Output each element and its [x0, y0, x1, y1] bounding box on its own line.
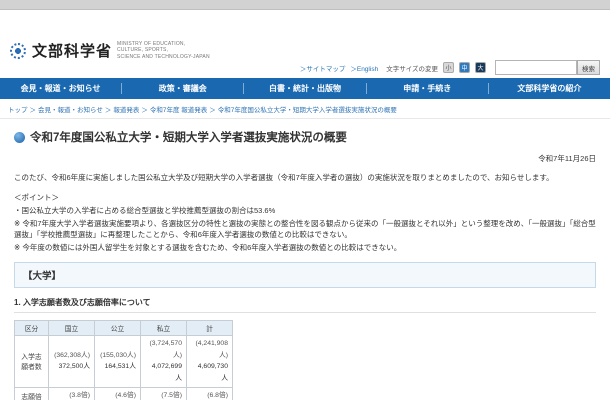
breadcrumb-current-page: 令和7年度国公私立大学・短期大学入学者選抜実施状況の概要: [217, 107, 397, 114]
table-cell: (3.8倍) 3.9倍: [48, 386, 95, 400]
table-row-applicants: 入学志願者数 (362,308人) 372,500人 (155,030人) 16…: [14, 335, 233, 388]
search-box: 検索: [495, 60, 600, 75]
site-name-english: MINISTRY OF EDUCATION, CULTURE, SPORTS, …: [117, 41, 210, 60]
subsection-title: 1. 入学志願者数及び志願倍率について: [14, 297, 596, 314]
points-heading: ＜ポイント＞: [14, 193, 59, 203]
breadcrumb-separator: ＞: [104, 107, 112, 114]
points-block: ＜ポイント＞ ・国公私立大学の入学者に占める総合型選抜と学校推薦型選抜の割合は5…: [14, 192, 596, 253]
section-header-university: 【大学】: [14, 262, 596, 289]
row-label-applicants: 入学志願者数: [14, 335, 49, 388]
font-size-large-button[interactable]: 大: [475, 62, 486, 73]
table-header-public: 公立: [94, 320, 141, 337]
breadcrumb-link-press[interactable]: 会見・報道・お知らせ: [38, 107, 103, 114]
font-size-label: 文字サイズの変更: [386, 65, 438, 73]
search-input[interactable]: [495, 60, 577, 75]
breadcrumb-link-release[interactable]: 報道発表: [113, 107, 139, 114]
breadcrumb-separator: ＞: [141, 107, 148, 114]
title-marker-icon: [14, 131, 25, 143]
mext-emblem-icon: [10, 42, 26, 59]
breadcrumb-link-top[interactable]: トップ: [8, 107, 28, 114]
site-header: 文部科学省 MINISTRY OF EDUCATION, CULTURE, SP…: [0, 10, 610, 78]
table-cell: (7.5倍) 8.1倍: [140, 386, 187, 400]
table-header-category: 区分: [14, 320, 49, 337]
table-cell: (3,724,570人) 4,072,699人: [140, 335, 187, 388]
table-cell: (4.6倍) 4.8倍: [94, 386, 141, 400]
breadcrumb-separator: ＞: [209, 107, 216, 114]
breadcrumb: トップ＞会見・報道・お知らせ＞報道発表＞令和7年度 報道発表＞令和7年度国公私立…: [0, 99, 610, 119]
applicants-table: 区分 国立 公立 私立 計 入学志願者数 (362,308人) 372,500人…: [14, 320, 233, 400]
table-cell: (6.8倍) 7.3倍: [186, 386, 233, 400]
page-title: 令和7年度国公私立大学・短期大学入学者選抜実施状況の概要: [30, 132, 347, 144]
breadcrumb-separator: ＞: [29, 107, 37, 114]
row-label-ratio: 志願倍率: [14, 386, 49, 400]
intro-paragraph: このたび、令和6年度に実施しました国公私立大学及び短期大学の入学者選抜（令和7年…: [14, 173, 554, 182]
breadcrumb-link-r7-release[interactable]: 令和7年度 報道発表: [150, 107, 207, 114]
table-header-private: 私立: [140, 320, 187, 337]
english-link[interactable]: ＞English: [350, 63, 378, 73]
nav-item-about[interactable]: 文部科学省の紹介: [489, 78, 610, 99]
font-size-medium-button[interactable]: 中: [459, 62, 470, 73]
table-cell: (4,241,908人) 4,609,730人: [186, 335, 233, 388]
nav-item-press[interactable]: 会見・報道・お知らせ: [0, 78, 121, 99]
table-cell: (155,030人) 164,531人: [94, 335, 141, 388]
table-row-ratio: 志願倍率 (3.8倍) 3.9倍 (4.6倍) 4.8倍 (7.5倍) 8.1倍…: [14, 386, 233, 400]
font-size-small-button[interactable]: 小: [443, 62, 454, 73]
search-button[interactable]: 検索: [577, 60, 600, 75]
table-header-national: 国立: [48, 320, 95, 337]
point-item: ・国公私立大学の入学者に占める総合型選抜と学校推薦型選抜の割合は53.6%: [14, 205, 276, 215]
table-header-row: 区分 国立 公立 私立 計: [14, 320, 233, 337]
table-header-total: 計: [186, 320, 233, 337]
sitemap-link[interactable]: ＞サイトマップ: [300, 63, 346, 73]
nav-item-applications[interactable]: 申請・手続き: [367, 78, 488, 99]
site-name: 文部科学省: [32, 43, 113, 60]
page-title-row: 令和7年度国公私立大学・短期大学入学者選抜実施状況の概要: [14, 129, 596, 145]
main-content: 令和7年度国公私立大学・短期大学入学者選抜実施状況の概要 令和7年11月26日 …: [0, 119, 610, 400]
header-utility-row: ＞サイトマップ ＞English 文字サイズの変更 小 中 大 検索: [300, 60, 600, 75]
point-item: ※ 令和7年度大学入学者選抜実施要項より、各選抜区分の特性と選抜の実態との整合性…: [14, 218, 596, 240]
global-nav: 会見・報道・お知らせ 政策・審議会 白書・統計・出版物 申請・手続き 文部科学省…: [0, 78, 610, 99]
publish-date: 令和7年11月26日: [538, 154, 596, 163]
nav-item-policy[interactable]: 政策・審議会: [122, 78, 243, 99]
table-cell: (362,308人) 372,500人: [48, 335, 95, 388]
point-item: ※ 今年度の数値には外国人留学生を対象とする選抜を含むため、令和6年度入学者選抜…: [14, 242, 402, 252]
site-logo[interactable]: 文部科学省 MINISTRY OF EDUCATION, CULTURE, SP…: [10, 40, 210, 61]
nav-item-statistics[interactable]: 白書・統計・出版物: [244, 78, 365, 99]
browser-top-strip: [0, 0, 610, 10]
